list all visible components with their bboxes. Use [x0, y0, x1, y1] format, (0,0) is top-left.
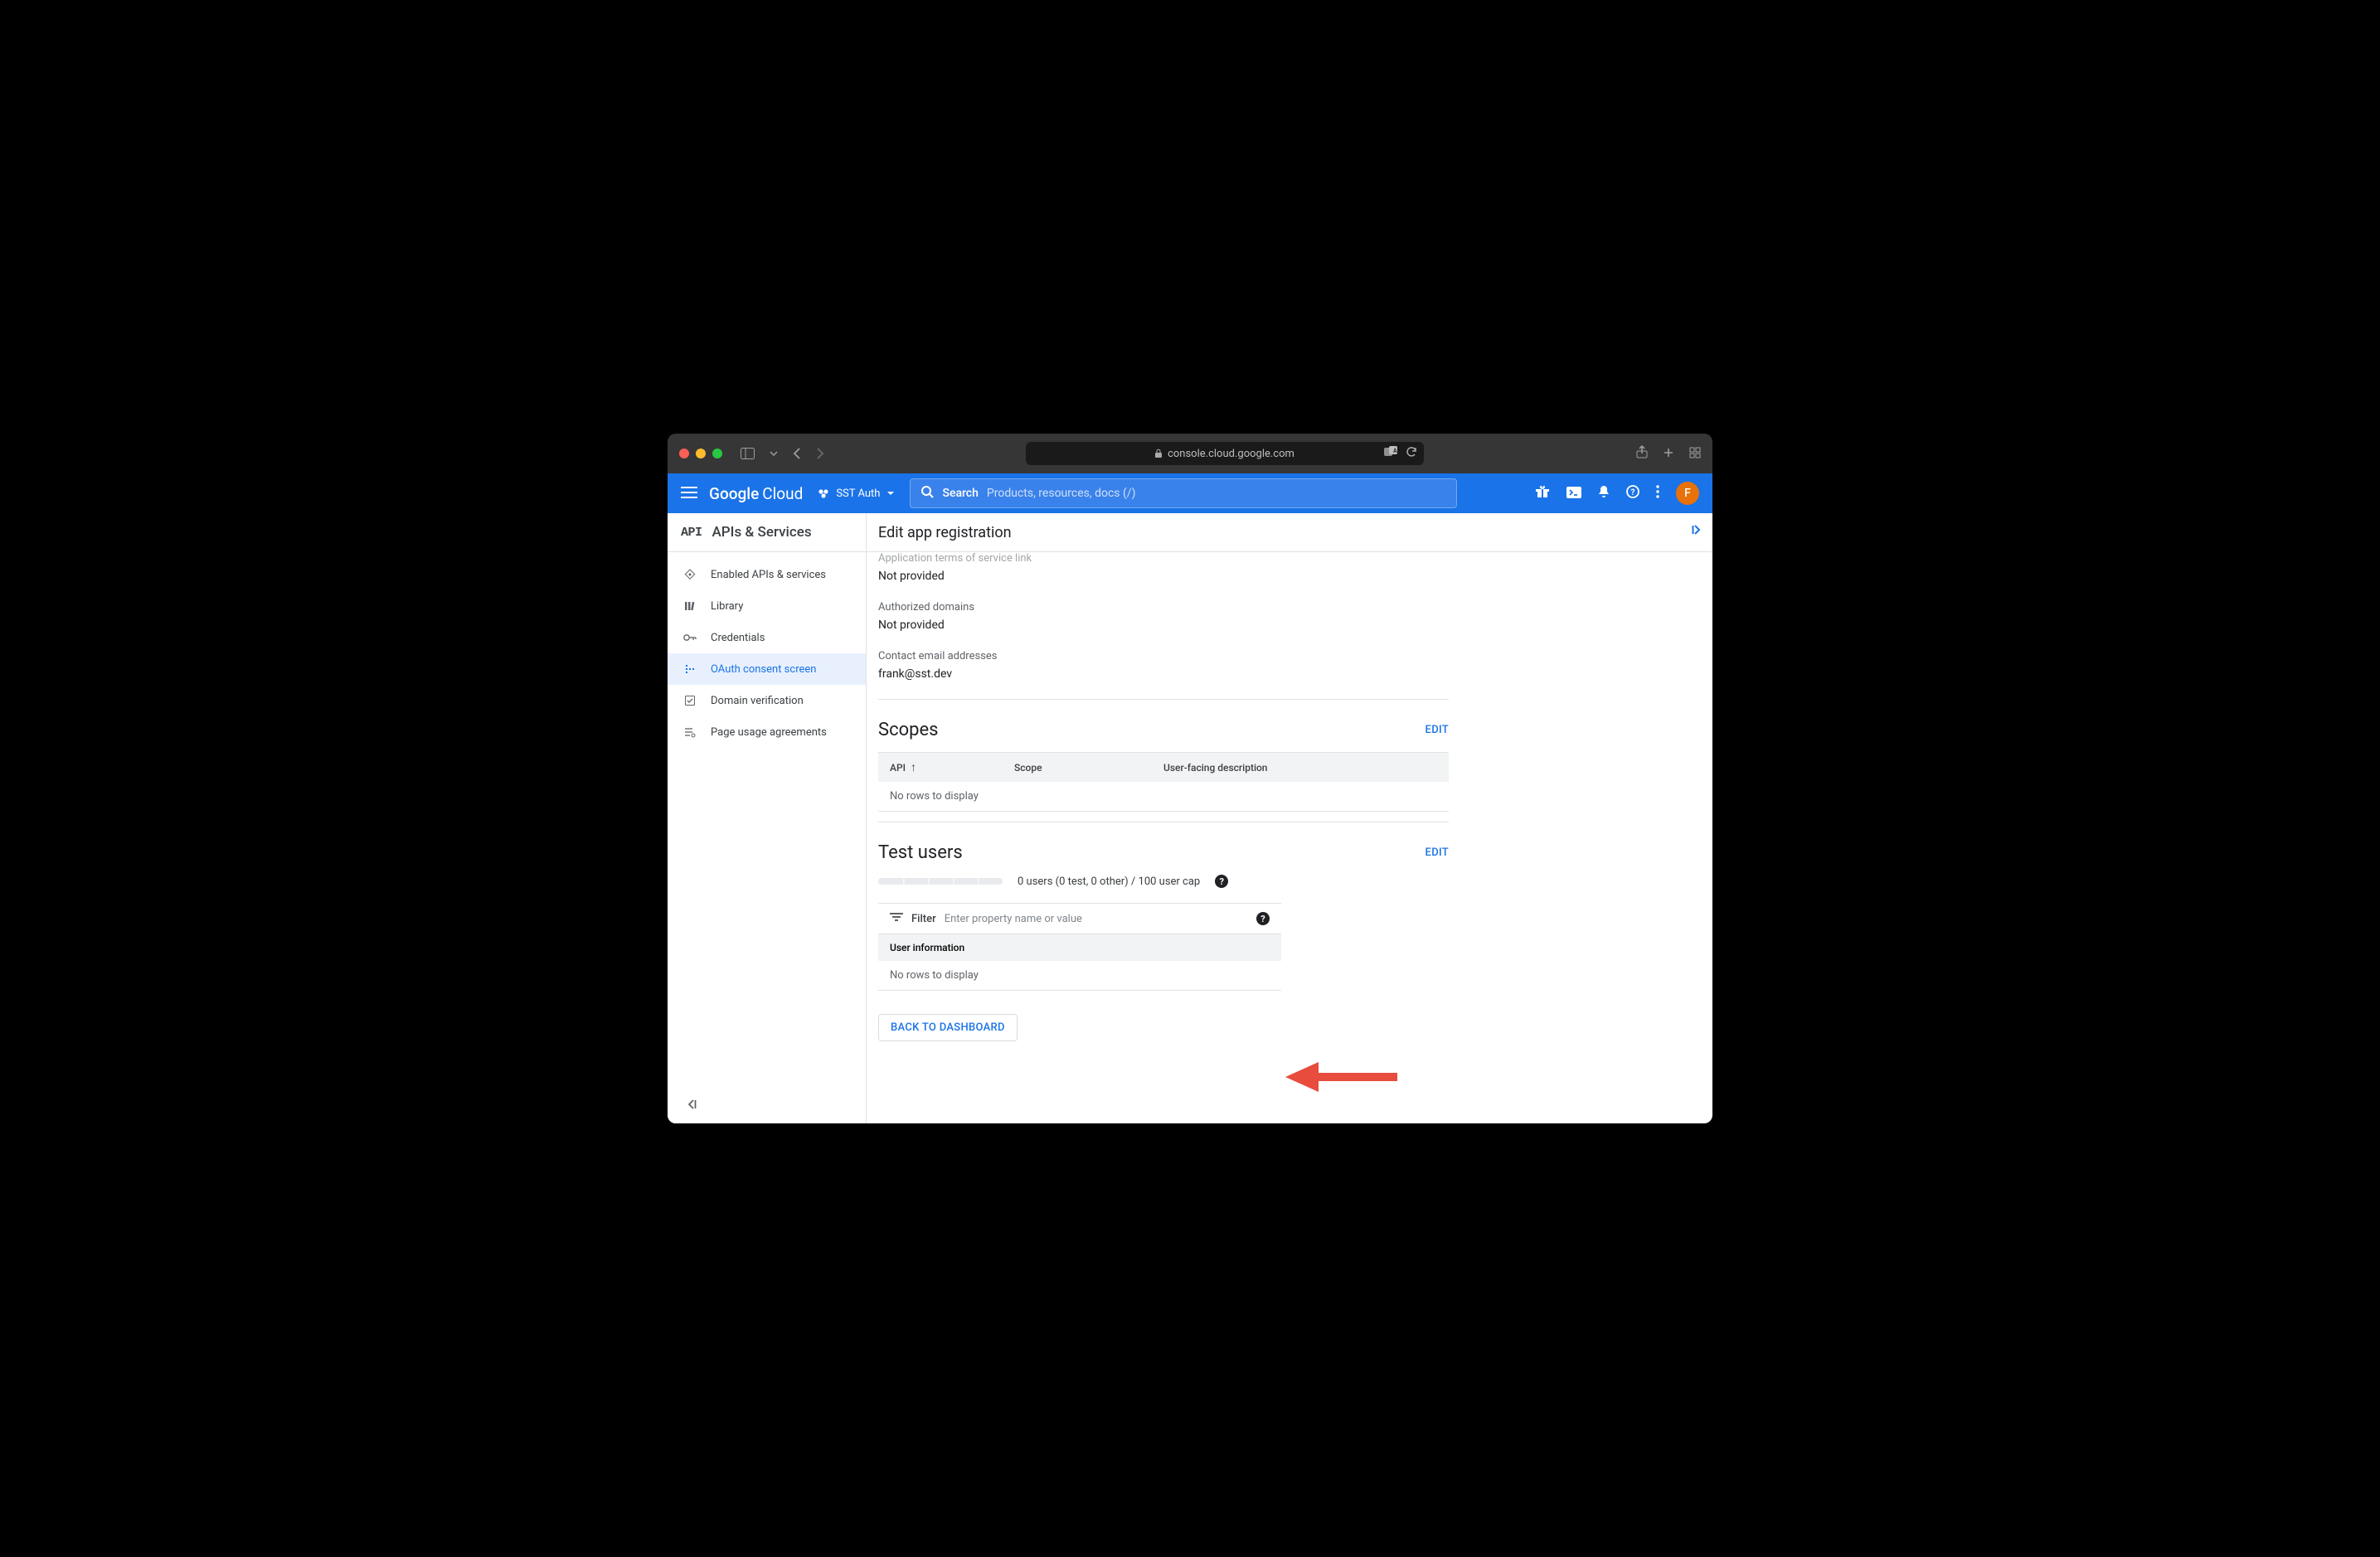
menu-icon[interactable]: [681, 486, 697, 502]
chevron-down-icon[interactable]: [770, 451, 778, 456]
scopes-empty-row: No rows to display: [878, 782, 1449, 811]
cloud-shell-icon[interactable]: [1566, 486, 1581, 502]
user-cap-row: 0 users (0 test, 0 other) / 100 user cap…: [878, 875, 1449, 888]
project-picker[interactable]: SST Auth: [814, 484, 898, 503]
gcp-logo-cloud: Cloud: [762, 484, 803, 503]
page-title: Edit app registration: [867, 513, 1712, 552]
sidebar-item-label: Enabled APIs & services: [711, 569, 826, 581]
sidebar-item-label: Library: [711, 600, 743, 613]
user-cap-text: 0 users (0 test, 0 other) / 100 user cap: [1018, 876, 1200, 888]
gift-icon[interactable]: [1535, 485, 1550, 502]
field-value-domains: Not provided: [878, 618, 1701, 632]
gcp-logo[interactable]: Google Cloud: [709, 484, 803, 503]
search-box[interactable]: Search Products, resources, docs (/): [910, 478, 1457, 508]
check-badge-icon: [682, 695, 697, 706]
gcp-header: Google Cloud SST Auth Search Products, r…: [668, 473, 1712, 513]
filter-placeholder: Enter property name or value: [945, 913, 1248, 925]
window-maximize-button[interactable]: [712, 449, 722, 458]
translate-icon[interactable]: A: [1384, 446, 1399, 461]
lock-icon: [1154, 449, 1163, 458]
api-icon: API: [681, 526, 702, 540]
edit-test-users-button[interactable]: EDIT: [1426, 846, 1449, 859]
help-icon[interactable]: ?: [1215, 875, 1228, 888]
avatar-initial: F: [1684, 487, 1691, 500]
column-description[interactable]: User-facing description: [1163, 760, 1437, 774]
field-label-tos: Application terms of service link: [878, 552, 1701, 565]
sidebar-item-label: Page usage agreements: [711, 726, 827, 739]
sort-asc-icon[interactable]: ↑: [911, 760, 916, 774]
reload-icon[interactable]: [1406, 446, 1417, 461]
sidebar-item-domain-verification[interactable]: Domain verification: [668, 685, 866, 716]
library-icon: [682, 600, 697, 612]
consent-icon: [682, 663, 697, 675]
diamond-icon: [682, 569, 697, 580]
test-users-table: User information No rows to display: [878, 934, 1281, 991]
filter-icon: [890, 912, 903, 925]
new-tab-icon[interactable]: [1663, 446, 1674, 462]
address-bar-url: console.cloud.google.com: [1168, 448, 1294, 460]
sidebar-item-label: Domain verification: [711, 695, 804, 707]
sidebar-item-enabled-apis[interactable]: Enabled APIs & services: [668, 559, 866, 590]
search-placeholder: Products, resources, docs (/): [987, 487, 1136, 500]
sidebar-title-text: APIs & Services: [712, 524, 812, 541]
sidebar-item-page-usage[interactable]: Page usage agreements: [668, 716, 866, 748]
edit-scopes-button[interactable]: EDIT: [1426, 724, 1449, 736]
address-bar[interactable]: console.cloud.google.com A: [1026, 442, 1424, 465]
svg-text:?: ?: [1631, 488, 1635, 497]
column-scope[interactable]: Scope: [1014, 760, 1163, 774]
chevron-down-icon: [886, 491, 895, 496]
bell-icon[interactable]: [1598, 485, 1610, 502]
sidebar-title[interactable]: API APIs & Services: [668, 513, 866, 552]
back-to-dashboard-label: BACK TO DASHBOARD: [891, 1021, 1005, 1034]
window-minimize-button[interactable]: [696, 449, 706, 458]
collapse-sidebar-icon[interactable]: [686, 1098, 697, 1113]
key-icon: [682, 633, 697, 642]
list-gear-icon: [682, 726, 697, 738]
back-to-dashboard-button[interactable]: BACK TO DASHBOARD: [878, 1014, 1018, 1041]
help-icon[interactable]: ?: [1626, 485, 1639, 502]
help-icon[interactable]: ?: [1256, 912, 1270, 925]
project-name: SST Auth: [836, 487, 880, 500]
search-icon: [920, 485, 934, 502]
field-label-contact: Contact email addresses: [878, 650, 1701, 662]
search-label: Search: [942, 487, 978, 500]
column-user-info[interactable]: User information: [878, 934, 1281, 961]
filter-row[interactable]: Filter Enter property name or value ?: [878, 903, 1281, 934]
sidebar-item-label: OAuth consent screen: [711, 663, 816, 676]
column-api[interactable]: API: [890, 762, 906, 774]
sidebar: API APIs & Services Enabled APIs & servi…: [668, 513, 867, 1123]
filter-label: Filter: [911, 913, 936, 925]
section-title-scopes: Scopes: [878, 720, 939, 740]
avatar[interactable]: F: [1676, 482, 1699, 505]
sidebar-item-oauth-consent[interactable]: OAuth consent screen: [668, 653, 866, 685]
gcp-logo-google: Google: [709, 484, 759, 503]
test-users-empty-row: No rows to display: [878, 961, 1281, 990]
svg-text:A: A: [1393, 448, 1397, 454]
share-icon[interactable]: [1636, 445, 1648, 462]
browser-titlebar: console.cloud.google.com A: [668, 434, 1712, 473]
tab-overview-icon[interactable]: [1689, 446, 1701, 462]
sidebar-toggle-icon[interactable]: [741, 448, 755, 459]
section-title-test-users: Test users: [878, 842, 963, 863]
scopes-table: API ↑ Scope User-facing description No r…: [878, 752, 1449, 812]
field-value-contact: frank@sst.dev: [878, 667, 1701, 681]
forward-icon[interactable]: [816, 448, 824, 459]
collapse-panel-icon[interactable]: [1691, 523, 1704, 540]
annotation-arrow-icon: [1281, 1056, 1406, 1098]
sidebar-item-label: Credentials: [711, 632, 765, 644]
field-label-domains: Authorized domains: [878, 601, 1701, 614]
back-icon[interactable]: [793, 448, 801, 459]
page-title-text: Edit app registration: [878, 524, 1012, 541]
window-close-button[interactable]: [679, 449, 689, 458]
more-icon[interactable]: [1656, 485, 1659, 502]
field-value-tos: Not provided: [878, 570, 1701, 583]
sidebar-item-credentials[interactable]: Credentials: [668, 622, 866, 653]
user-cap-progress: [878, 878, 1003, 885]
sidebar-item-library[interactable]: Library: [668, 590, 866, 622]
